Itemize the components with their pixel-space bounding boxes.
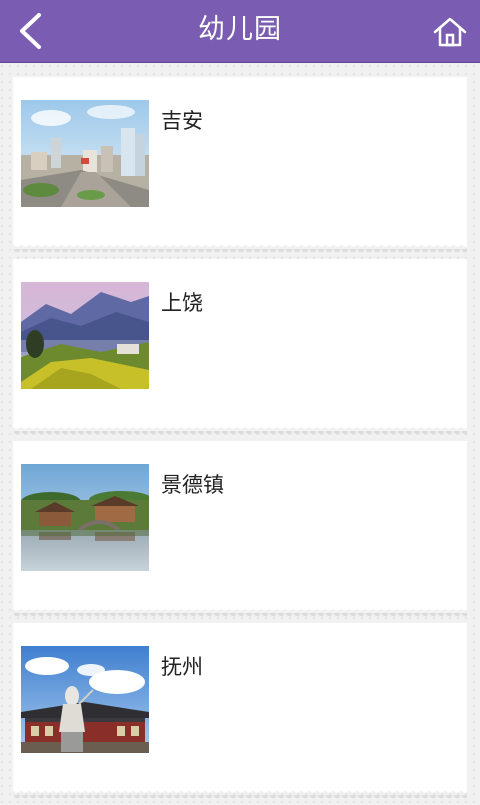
city-photo-jingdezhen bbox=[21, 464, 149, 571]
list-item-jian[interactable]: 吉安 bbox=[13, 77, 467, 253]
home-button[interactable] bbox=[428, 10, 472, 54]
city-list: 吉安 上饶 景德镇 抚州 bbox=[13, 77, 467, 805]
city-photo-jian bbox=[21, 100, 149, 207]
home-icon bbox=[433, 17, 467, 47]
list-item-shangrao[interactable]: 上饶 bbox=[13, 259, 467, 435]
list-item-fuzhou[interactable]: 抚州 bbox=[13, 623, 467, 799]
city-photo-shangrao bbox=[21, 282, 149, 389]
list-item-jingdezhen[interactable]: 景德镇 bbox=[13, 441, 467, 617]
city-name: 吉安 bbox=[161, 109, 203, 133]
city-photo-fuzhou bbox=[21, 646, 149, 753]
city-name: 景德镇 bbox=[161, 473, 224, 497]
city-name: 上饶 bbox=[161, 291, 203, 315]
page-title: 幼儿园 bbox=[198, 14, 282, 45]
city-name: 抚州 bbox=[161, 655, 203, 679]
app-header: 幼儿园 bbox=[0, 0, 480, 63]
